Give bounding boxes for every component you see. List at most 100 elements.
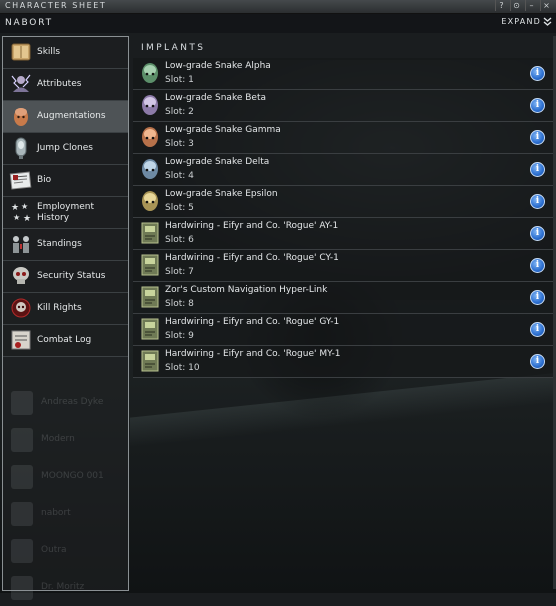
implant-row[interactable]: Low-grade Snake Beta Slot: 2 i: [133, 90, 553, 122]
skull-icon: [13, 267, 29, 284]
ghost-list-item: Outra: [3, 533, 128, 569]
pin-icon[interactable]: ⊙: [510, 0, 522, 11]
implant-head-green-icon: [142, 63, 158, 83]
sidebar-item-standings[interactable]: Standings: [3, 229, 128, 261]
window-titlebar[interactable]: CHARACTER SHEET ? ⊙ – ×: [0, 0, 556, 14]
info-icon[interactable]: i: [530, 194, 545, 209]
implant-row[interactable]: Hardwiring - Eifyr and Co. 'Rogue' AY-1 …: [133, 218, 553, 250]
help-icon[interactable]: ?: [495, 0, 507, 11]
double-chevron-down-icon: [543, 17, 552, 26]
svg-text:★: ★: [13, 213, 20, 222]
sidebar-item-skills[interactable]: Skills: [3, 37, 128, 69]
implant-name: Low-grade Snake Delta: [165, 157, 270, 167]
expand-button[interactable]: EXPAND: [501, 17, 552, 26]
implant-row[interactable]: Low-grade Snake Epsilon Slot: 5 i: [133, 186, 553, 218]
info-icon[interactable]: i: [530, 258, 545, 273]
sidebar-item-label: Attributes: [37, 79, 82, 89]
ghost-list-item: nabort: [3, 496, 128, 532]
implant-head-blue-icon: [142, 159, 158, 179]
hardwiring-chip-icon: [141, 254, 159, 276]
hardwiring-chip-icon: [141, 222, 159, 244]
implant-row[interactable]: Low-grade Snake Alpha Slot: 1 i: [133, 58, 553, 90]
main-panel: IMPLANTS Low-grade Snake Alpha Slot: 1 i…: [131, 36, 556, 589]
implant-name: Low-grade Snake Epsilon: [165, 189, 278, 199]
info-icon[interactable]: i: [530, 162, 545, 177]
implant-name: Zor's Custom Navigation Hyper-Link: [165, 285, 328, 295]
ghost-list-item: Dr. Moritz: [3, 570, 128, 606]
character-name: NABORT: [5, 18, 53, 28]
brain-head-icon: [14, 108, 28, 126]
close-icon[interactable]: ×: [540, 0, 552, 11]
sidebar-item-label-line1: Employment: [37, 201, 95, 212]
info-icon[interactable]: i: [530, 322, 545, 337]
sidebar-item-label: Skills: [37, 47, 61, 57]
implant-row[interactable]: Low-grade Snake Gamma Slot: 3 i: [133, 122, 553, 154]
sidebar-item-combat-log[interactable]: Combat Log: [3, 325, 128, 357]
implant-name: Hardwiring - Eifyr and Co. 'Rogue' CY-1: [165, 253, 339, 263]
svg-text:★: ★: [23, 214, 31, 224]
implant-row[interactable]: Hardwiring - Eifyr and Co. 'Rogue' MY-1 …: [133, 346, 553, 378]
section-title: IMPLANTS: [141, 43, 206, 53]
implant-head-orange-icon: [142, 127, 158, 147]
info-icon[interactable]: i: [530, 226, 545, 241]
book-icon: [11, 43, 31, 61]
sidebar-item-security-status[interactable]: Security Status: [3, 261, 128, 293]
hardwiring-chip-icon: [141, 286, 159, 308]
svg-text:★: ★: [21, 202, 28, 211]
implant-list: Low-grade Snake Alpha Slot: 1 i Low-grad…: [133, 58, 553, 378]
hardwiring-chip-icon: [141, 350, 159, 372]
sidebar-item-label: Standings: [37, 239, 82, 249]
implant-head-purple-icon: [142, 95, 158, 115]
ghost-list-label: Andreas Dyke: [41, 397, 104, 407]
implant-row[interactable]: Low-grade Snake Delta Slot: 4 i: [133, 154, 553, 186]
svg-text:★: ★: [11, 203, 19, 213]
implant-name: Hardwiring - Eifyr and Co. 'Rogue' GY-1: [165, 317, 340, 327]
implant-slot: Slot: 5: [165, 203, 194, 213]
implant-name: Low-grade Snake Alpha: [165, 61, 271, 71]
sidebar-item-augmentations[interactable]: Augmentations: [3, 101, 128, 133]
implant-slot: Slot: 10: [165, 363, 200, 373]
kill-rights-icon: [11, 298, 31, 318]
info-icon[interactable]: i: [530, 290, 545, 305]
newspaper-icon: [9, 171, 32, 190]
hardwiring-chip-icon: [141, 318, 159, 340]
implant-row[interactable]: Hardwiring - Eifyr and Co. 'Rogue' GY-1 …: [133, 314, 553, 346]
expand-label: EXPAND: [501, 17, 541, 26]
sidebar-item-label: Bio: [37, 175, 52, 185]
implant-row[interactable]: Zor's Custom Navigation Hyper-Link Slot:…: [133, 282, 553, 314]
sidebar-item-label: Augmentations: [37, 111, 106, 121]
sidebar-item-bio[interactable]: Bio: [3, 165, 128, 197]
implant-name: Low-grade Snake Gamma: [165, 125, 281, 135]
implant-slot: Slot: 1: [165, 75, 194, 85]
implant-slot: Slot: 7: [165, 267, 194, 277]
lightning-figure-icon: [11, 74, 31, 92]
implant-slot: Slot: 4: [165, 171, 194, 181]
implant-slot: Slot: 3: [165, 139, 194, 149]
sidebar-item-jump-clones[interactable]: Jump Clones: [3, 133, 128, 165]
minimize-icon[interactable]: –: [525, 0, 537, 11]
info-icon[interactable]: i: [530, 98, 545, 113]
sidebar-item-kill-rights[interactable]: Kill Rights: [3, 293, 128, 325]
ghost-list-label: Outra: [41, 545, 67, 555]
info-icon[interactable]: i: [530, 354, 545, 369]
implant-head-gold-icon: [142, 191, 158, 211]
character-header: NABORT EXPAND: [0, 14, 556, 33]
sidebar-item-label: Combat Log: [37, 335, 92, 345]
sidebar-item-employment-history[interactable]: ★ ★ ★ ★ Employment History: [3, 197, 128, 229]
ghost-list-label: Dr. Moritz: [41, 582, 85, 592]
ghost-list-item: MOONGO 001: [3, 459, 128, 495]
info-icon[interactable]: i: [530, 130, 545, 145]
sidebar-item-label: Kill Rights: [37, 303, 82, 313]
ghost-list-item: Modern: [3, 422, 128, 458]
sidebar-item-label-line2: History: [37, 212, 70, 223]
implant-name: Low-grade Snake Beta: [165, 93, 266, 103]
sidebar-item-label: Jump Clones: [37, 143, 93, 153]
sidebar-item-label: Employment History: [37, 197, 94, 228]
clone-pod-icon: [15, 137, 27, 159]
implant-row[interactable]: Hardwiring - Eifyr and Co. 'Rogue' CY-1 …: [133, 250, 553, 282]
info-icon[interactable]: i: [530, 66, 545, 81]
combat-log-icon: [11, 330, 31, 350]
implant-slot: Slot: 6: [165, 235, 194, 245]
ghost-list-label: MOONGO 001: [41, 471, 104, 481]
sidebar-item-attributes[interactable]: Attributes: [3, 69, 128, 101]
